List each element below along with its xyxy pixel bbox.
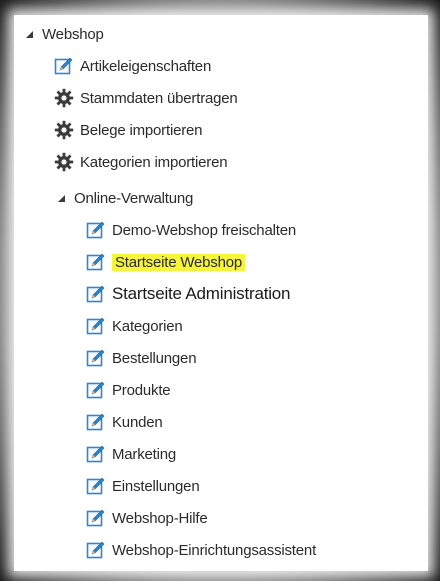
tree-item-label: Kategorien importieren (80, 153, 228, 171)
gear-icon (54, 88, 74, 108)
tree-item-produkte[interactable]: Produkte (86, 377, 171, 403)
tree-node-webshop[interactable]: Webshop (24, 21, 104, 47)
tree-item-label: Webshop-Hilfe (112, 509, 208, 527)
navigation-tree: Webshop Artikeleigenschaften Stammdaten ü… (14, 15, 428, 571)
edit-icon (86, 540, 106, 560)
tree-item-webshop-einrichtungsassistent[interactable]: Webshop-Einrichtungsassistent (86, 537, 316, 563)
tree-node-online-verwaltung[interactable]: Online-Verwaltung (56, 185, 193, 211)
tree-item-label: Einstellungen (112, 477, 200, 495)
edit-icon (86, 380, 106, 400)
tree-item-marketing[interactable]: Marketing (86, 441, 176, 467)
tree-item-label: Kategorien (112, 317, 183, 335)
edit-icon (86, 508, 106, 528)
expand-arrow-icon[interactable] (24, 29, 34, 39)
tree-item-bestellungen[interactable]: Bestellungen (86, 345, 197, 371)
edit-icon (86, 316, 106, 336)
tree-item-label: Startseite Administration (112, 284, 291, 303)
tree-item-demo-webshop-freischalten[interactable]: Demo-Webshop freischalten (86, 217, 296, 243)
tree-item-label: Webshop-Einrichtungsassistent (112, 541, 317, 559)
edit-icon (54, 56, 74, 76)
edit-icon (86, 284, 106, 304)
edit-icon (86, 220, 106, 240)
tree-item-webshop-hilfe[interactable]: Webshop-Hilfe (86, 505, 208, 531)
tree-item-startseite-webshop[interactable]: Startseite Webshop (86, 249, 246, 275)
tree-item-label: Demo-Webshop freischalten (112, 221, 296, 239)
tree-item-label: Kunden (112, 413, 163, 431)
tree-item-stammdaten-uebertragen[interactable]: Stammdaten übertragen (54, 85, 238, 111)
tree-node-label: Online-Verwaltung (74, 189, 194, 207)
expand-arrow-icon[interactable] (56, 193, 66, 203)
gear-icon (54, 152, 74, 172)
tree-node-label: Webshop (42, 25, 104, 43)
tree-item-label: Marketing (112, 445, 177, 463)
tree-item-kategorien[interactable]: Kategorien (86, 313, 183, 339)
tree-item-belege-importieren[interactable]: Belege importieren (54, 117, 203, 143)
tree-item-label: Belege importieren (80, 121, 203, 139)
tree-panel: Webshop Artikeleigenschaften Stammdaten ü… (14, 15, 428, 571)
tree-item-label: Produkte (112, 381, 171, 399)
tree-item-label: Bestellungen (112, 349, 197, 367)
tree-item-kunden[interactable]: Kunden (86, 409, 163, 435)
tree-item-einstellungen[interactable]: Einstellungen (86, 473, 200, 499)
tree-item-label: Stammdaten übertragen (80, 89, 238, 107)
edit-icon (86, 252, 106, 272)
edit-icon (86, 444, 106, 464)
edit-icon (86, 348, 106, 368)
tree-item-artikeleigenschaften[interactable]: Artikeleigenschaften (54, 53, 211, 79)
tree-item-startseite-administration[interactable]: Startseite Administration (86, 281, 291, 307)
gear-icon (54, 120, 74, 140)
tree-item-kategorien-importieren[interactable]: Kategorien importieren (54, 149, 228, 175)
highlighted-item-label: Startseite Webshop (112, 253, 246, 271)
edit-icon (86, 412, 106, 432)
tree-item-label: Artikeleigenschaften (80, 57, 212, 75)
edit-icon (86, 476, 106, 496)
